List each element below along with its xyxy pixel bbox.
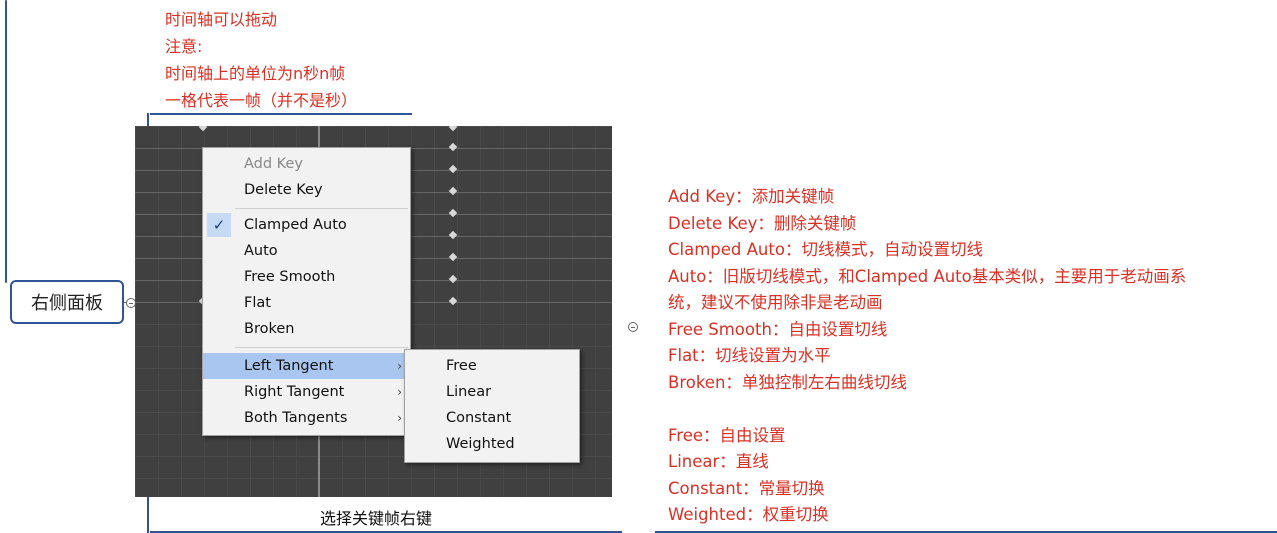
menu-item-label: Auto [244,243,278,259]
right-note-line: Broken：单独控制左右曲线切线 [668,372,907,392]
menu-item-label: Broken [244,321,295,337]
submenu-item-weighted[interactable]: Weighted [405,431,579,457]
menu-item-label: Right Tangent [244,384,345,400]
right-note: Add Key：添加关键帧 Delete Key：删除关键帧 Clamped A… [668,184,1186,529]
top-note-line: 一格代表一帧（并不是秒） [165,91,358,110]
checkmark-icon: ✓ [207,213,231,237]
submenu-item-label: Weighted [446,436,515,452]
submenu-item-linear[interactable]: Linear [405,379,579,405]
menu-item-both-tangents[interactable]: Both Tangents › [203,405,410,431]
right-note-line: Free：自由设置 [668,425,786,445]
right-note-line: Linear：直线 [668,452,769,471]
menu-item-label: Left Tangent [244,358,334,374]
submenu-item-free[interactable]: Free [405,353,579,379]
top-note: 时间轴可以拖动 注意: 时间轴上的单位为n秒n帧 一格代表一帧（并不是秒） [165,6,357,114]
submenu-item-constant[interactable]: Constant [405,405,579,431]
menu-separator [235,208,408,209]
top-note-line: 时间轴可以拖动 [165,10,278,29]
keyframe-diamond[interactable] [198,126,208,132]
tangent-submenu: Free Linear Constant Weighted [404,349,580,463]
submenu-item-label: Constant [446,410,512,426]
keyframe-diamond[interactable] [448,252,458,262]
keyframe-diamond[interactable] [448,296,458,306]
keyframe-diamond[interactable] [448,230,458,240]
keyframe-context-menu: Add Key Delete Key ✓ Clamped Auto Auto F… [202,147,411,436]
right-note-line: Auto：旧版切线模式，和Clamped Auto基本类似，主要用于老动画系 [668,266,1187,286]
menu-item-auto[interactable]: Auto [203,238,410,264]
menu-item-broken[interactable]: Broken [203,316,410,342]
right-note-spacer [668,396,1186,423]
menu-separator [235,347,408,348]
keyframe-diamond[interactable] [448,142,458,152]
right-note-line: Flat：切线设置为水平 [668,346,831,365]
right-note-line: Constant：常量切换 [668,478,825,498]
right-note-line: Free Smooth：自由设置切线 [668,319,888,339]
menu-item-label: Delete Key [244,182,323,198]
menu-item-flat[interactable]: Flat [203,290,410,316]
menu-item-label: Clamped Auto [244,217,347,233]
menu-item-left-tangent[interactable]: Left Tangent › [203,353,410,379]
menu-item-free-smooth[interactable]: Free Smooth [203,264,410,290]
right-note-line: Weighted：权重切换 [668,505,829,524]
keyframe-diamond[interactable] [448,186,458,196]
menu-item-label: Free Smooth [244,269,336,285]
branch-line-vertical [5,0,7,283]
submenu-arrow-icon: › [397,359,402,373]
menu-item-add-key[interactable]: Add Key [203,151,410,177]
top-note-line: 时间轴上的单位为n秒n帧 [165,64,346,83]
right-note-line: Clamped Auto：切线模式，自动设置切线 [668,240,983,259]
submenu-arrow-icon: › [397,411,402,425]
menu-item-label: Add Key [244,156,303,172]
menu-item-delete-key[interactable]: Delete Key [203,177,410,203]
menu-item-clamped-auto[interactable]: ✓ Clamped Auto [203,212,410,238]
keyframe-diamond[interactable] [448,274,458,284]
main-topic-label: 右侧面板 [31,293,103,314]
keyframe-diamond[interactable] [448,164,458,174]
submenu-item-label: Free [446,358,477,374]
menu-item-label: Both Tangents [244,410,348,426]
right-note-line: Add Key：添加关键帧 [668,187,835,206]
right-note-line: Delete Key：删除关键帧 [668,213,857,233]
keyframe-diamond[interactable] [448,208,458,218]
right-note-line: 统，建议不使用除非是老动画 [668,293,883,312]
main-topic-node[interactable]: 右侧面板 [10,280,124,324]
keyframe-diamond[interactable] [448,126,458,132]
submenu-item-label: Linear [446,384,492,400]
image-caption: 选择关键帧右键 [320,509,433,528]
menu-item-label: Flat [244,295,271,311]
submenu-arrow-icon: › [397,385,402,399]
top-note-line: 注意: [165,37,203,56]
collapse-icon[interactable] [628,322,638,332]
menu-item-right-tangent[interactable]: Right Tangent › [203,379,410,405]
